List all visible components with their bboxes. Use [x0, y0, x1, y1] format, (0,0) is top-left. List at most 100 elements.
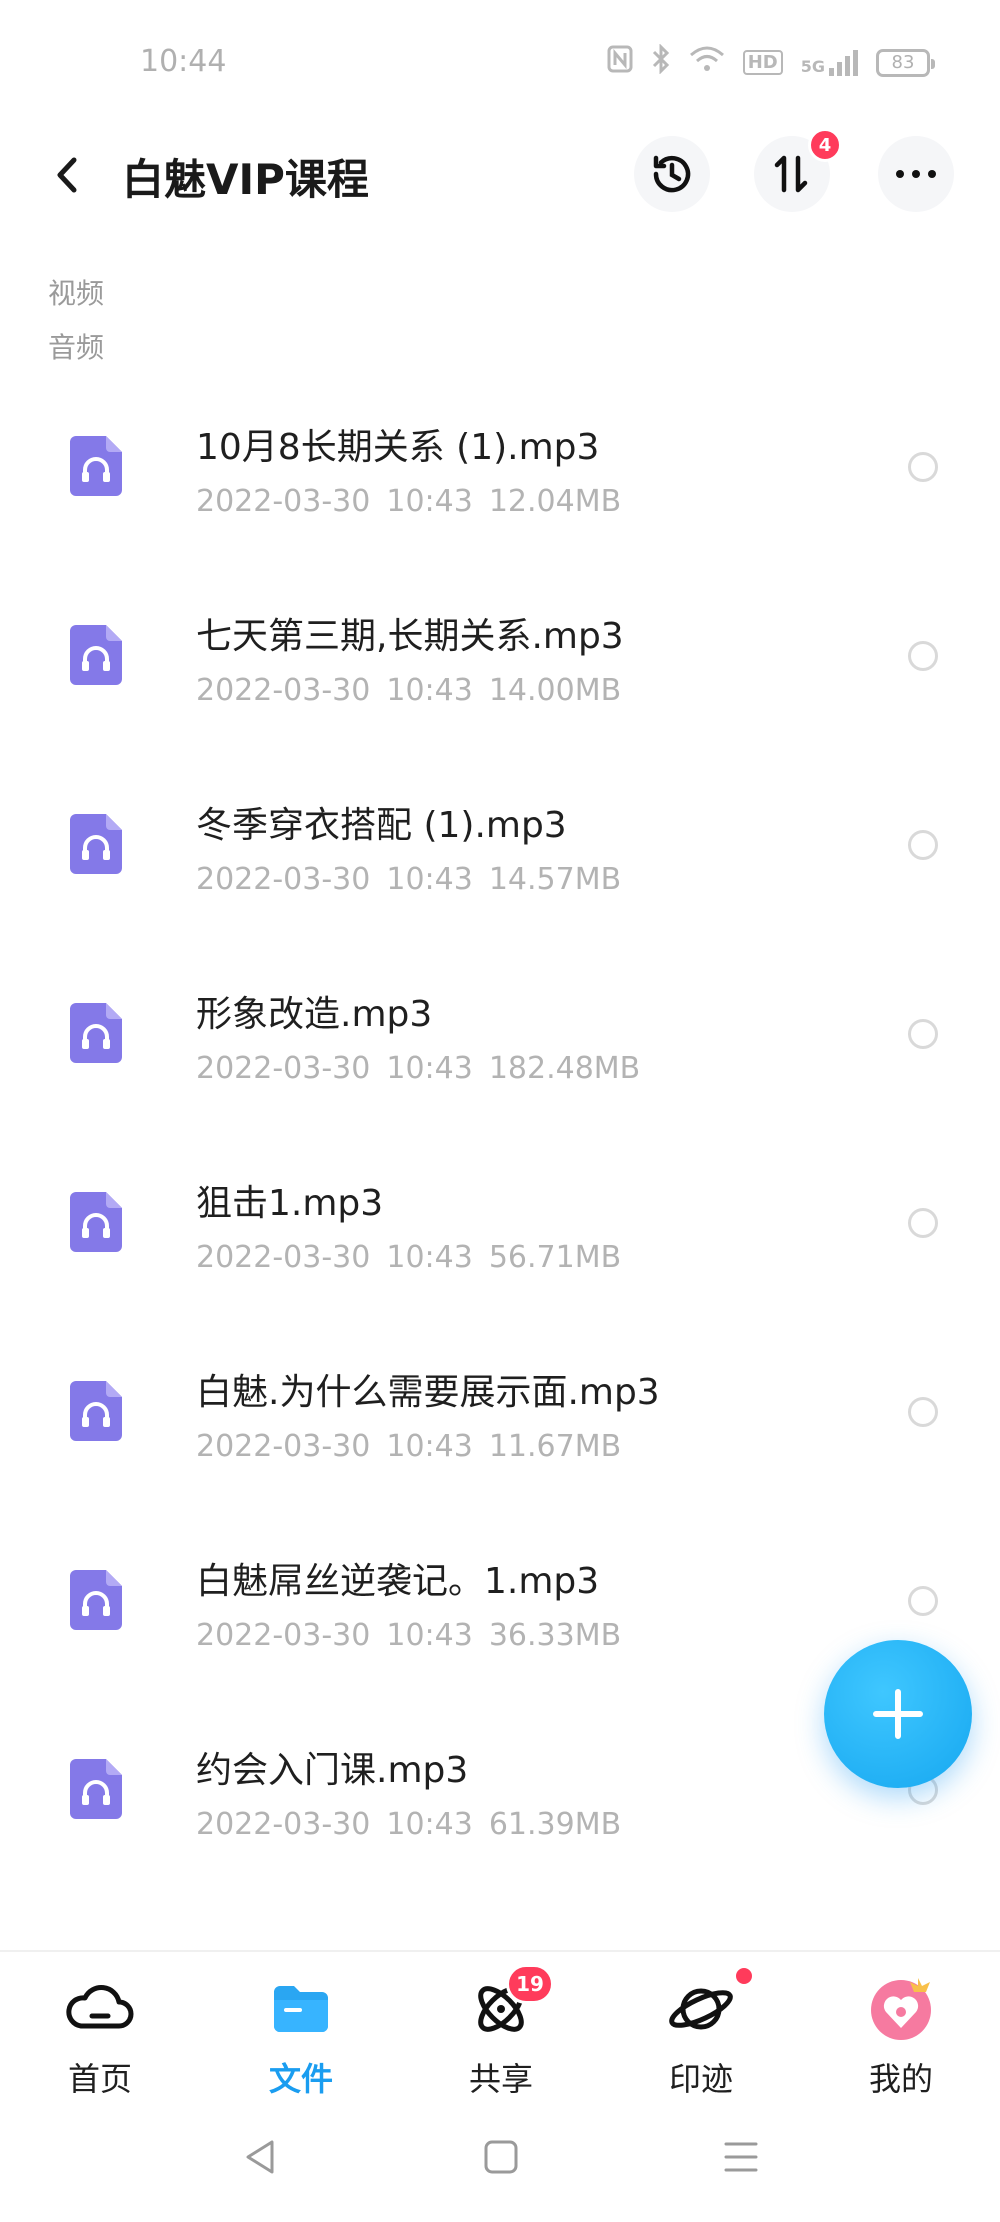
file-meta: 2022-03-30 10:43 12.04MB	[196, 484, 637, 519]
file-size: 182.48MB	[488, 1051, 641, 1086]
select-radio[interactable]	[908, 452, 938, 482]
file-date: 2022-03-30	[196, 862, 371, 897]
select-radio[interactable]	[908, 641, 938, 671]
file-date: 2022-03-30	[196, 1807, 371, 1842]
select-radio[interactable]	[908, 1397, 938, 1427]
list-item[interactable]: 形象改造.mp3 2022-03-30 10:43 182.48MB	[0, 947, 1000, 1136]
audio-file-icon	[70, 1759, 122, 1819]
file-name: 约会入门课.mp3	[196, 1750, 469, 1791]
page-title: 白魅VIP课程	[122, 155, 369, 204]
list-item[interactable]: 冬季穿衣搭配 (1).mp3 2022-03-30 10:43 14.57MB	[0, 758, 1000, 947]
system-nav-bar	[0, 2110, 1000, 2222]
list-item[interactable]: 白魅.为什么需要展示面.mp3 2022-03-30 10:43 11.67MB	[0, 1325, 1000, 1514]
tab-label: 首页	[67, 2060, 132, 2098]
file-time: 10:43	[386, 1807, 473, 1842]
file-size: 36.33MB	[488, 1618, 622, 1653]
file-name: 10月8长期关系 (1).mp3	[196, 427, 600, 468]
tab-share[interactable]: 19 共享	[431, 1964, 571, 2098]
file-date: 2022-03-30	[196, 1429, 371, 1464]
tab-bar: 首页 文件 19 共享 印迹 我的	[0, 1950, 1000, 2100]
atom-icon: 19	[466, 1964, 554, 2044]
share-badge: 19	[506, 1964, 554, 2004]
battery-level: 83	[891, 52, 915, 73]
signal-icon: 5G	[801, 49, 858, 76]
file-size: 12.04MB	[488, 484, 622, 519]
file-size: 14.00MB	[488, 673, 622, 708]
select-radio[interactable]	[908, 830, 938, 860]
file-time: 10:43	[386, 1240, 473, 1275]
file-time: 10:43	[386, 1618, 473, 1653]
tab-trace[interactable]: 印迹	[631, 1966, 771, 2098]
nfc-icon	[607, 45, 633, 80]
history-icon	[653, 155, 691, 193]
filter-audio[interactable]: 音频	[48, 326, 104, 366]
status-bar: 10:44 HD 5G 83	[0, 0, 1000, 120]
file-name: 七天第三期,长期关系.mp3	[196, 616, 624, 657]
tab-label: 共享	[468, 2060, 533, 2098]
file-meta: 2022-03-30 10:43 14.57MB	[196, 862, 637, 897]
audio-file-icon	[70, 436, 122, 496]
list-item[interactable]: 10月8长期关系 (1).mp3 2022-03-30 10:43 12.04MB	[0, 380, 1000, 569]
list-item[interactable]: 狙击1.mp3 2022-03-30 10:43 56.71MB	[0, 1136, 1000, 1325]
avatar-icon	[866, 1974, 936, 2044]
tab-label: 印迹	[668, 2060, 733, 2098]
file-time: 10:43	[386, 484, 473, 519]
header: 白魅VIP课程 4	[0, 128, 1000, 220]
tab-label: 我的	[868, 2060, 933, 2098]
status-icons: HD 5G 83	[607, 43, 935, 81]
nav-menu-icon[interactable]	[716, 2132, 766, 2182]
select-radio[interactable]	[908, 1208, 938, 1238]
more-button[interactable]	[878, 136, 954, 212]
tab-home[interactable]: 首页	[30, 1966, 170, 2098]
more-icon	[896, 170, 936, 178]
file-meta: 2022-03-30 10:43 56.71MB	[196, 1240, 637, 1275]
folder-icon	[266, 1974, 336, 2044]
bluetooth-icon	[651, 43, 671, 81]
file-name: 白魅屌丝逆袭记。1.mp3	[196, 1561, 600, 1602]
audio-file-icon	[70, 1570, 122, 1630]
transfer-button[interactable]: 4	[754, 128, 842, 212]
wifi-icon	[689, 45, 725, 80]
add-button[interactable]	[824, 1640, 972, 1788]
tab-files[interactable]: 文件	[231, 1966, 371, 2098]
audio-file-icon	[70, 1381, 122, 1441]
file-meta: 2022-03-30 10:43 182.48MB	[196, 1051, 656, 1086]
file-date: 2022-03-30	[196, 1618, 371, 1653]
select-radio[interactable]	[908, 1019, 938, 1049]
audio-file-icon	[70, 625, 122, 685]
select-radio[interactable]	[908, 1586, 938, 1616]
trace-dot-badge	[734, 1966, 754, 1986]
file-name: 狙击1.mp3	[196, 1183, 384, 1224]
transfer-badge: 4	[808, 128, 842, 162]
history-button[interactable]	[634, 136, 710, 212]
file-size: 11.67MB	[488, 1429, 622, 1464]
nav-home-icon[interactable]	[476, 2132, 526, 2182]
planet-icon	[666, 1966, 754, 2044]
tab-me[interactable]: 我的	[831, 1966, 971, 2098]
file-size: 56.71MB	[488, 1240, 622, 1275]
file-size: 14.57MB	[488, 862, 622, 897]
list-item[interactable]: 七天第三期,长期关系.mp3 2022-03-30 10:43 14.00MB	[0, 569, 1000, 758]
transfer-icon	[774, 155, 808, 193]
cloud-icon	[65, 1974, 135, 2044]
file-size: 61.39MB	[488, 1807, 622, 1842]
battery-icon: 83	[876, 48, 935, 77]
file-time: 10:43	[386, 1429, 473, 1464]
file-meta: 2022-03-30 10:43 36.33MB	[196, 1618, 637, 1653]
file-time: 10:43	[386, 673, 473, 708]
file-date: 2022-03-30	[196, 484, 371, 519]
plus-icon	[873, 1689, 923, 1739]
file-date: 2022-03-30	[196, 1051, 371, 1086]
audio-file-icon	[70, 1192, 122, 1252]
file-name: 形象改造.mp3	[196, 994, 433, 1035]
back-icon[interactable]	[44, 150, 94, 200]
file-meta: 2022-03-30 10:43 11.67MB	[196, 1429, 637, 1464]
filter-video[interactable]: 视频	[48, 272, 104, 312]
file-date: 2022-03-30	[196, 673, 371, 708]
file-name: 白魅.为什么需要展示面.mp3	[196, 1372, 660, 1413]
file-name: 冬季穿衣搭配 (1).mp3	[196, 805, 567, 846]
nav-back-icon[interactable]	[236, 2132, 286, 2182]
hd-icon: HD	[742, 50, 783, 75]
audio-file-icon	[70, 814, 122, 874]
tab-label: 文件	[268, 2060, 333, 2098]
